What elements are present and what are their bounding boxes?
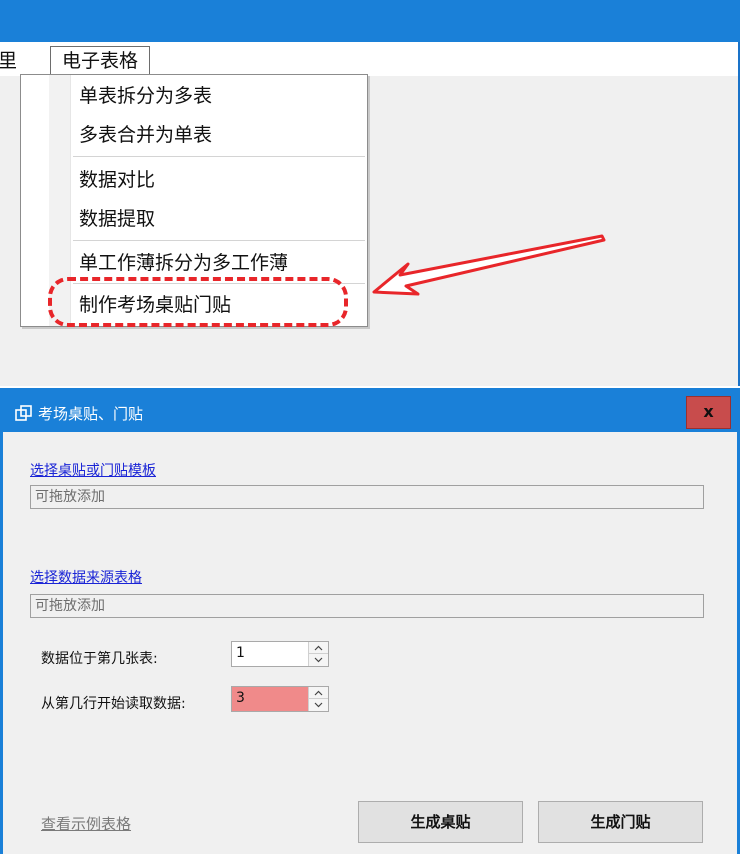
view-example-link[interactable]: 查看示例表格: [41, 813, 131, 834]
window-restore-icon: [15, 405, 32, 421]
menu-item-data-compare[interactable]: 数据对比: [79, 165, 155, 192]
source-drop-field[interactable]: 可拖放添加: [30, 594, 704, 618]
stepper-buttons: [308, 687, 328, 711]
stepper-buttons: [308, 642, 328, 666]
app-titlebar: [0, 0, 740, 42]
menu-separator: [73, 240, 365, 241]
menu-item-split-workbook[interactable]: 单工作薄拆分为多工作薄: [79, 248, 288, 275]
start-row-stepper[interactable]: 3: [231, 686, 329, 712]
exam-labels-dialog: 考场桌贴、门贴 x 选择桌贴或门贴模板 可拖放添加 选择数据来源表格 可拖放添加…: [0, 388, 740, 854]
annotation-highlight-box: [48, 277, 348, 327]
close-button[interactable]: x: [686, 396, 731, 429]
dialog-body: 选择桌贴或门贴模板 可拖放添加 选择数据来源表格 可拖放添加 数据位于第几张表:…: [3, 432, 737, 854]
start-row-label: 从第几行开始读取数据:: [41, 696, 186, 712]
stepper-down-button[interactable]: [309, 699, 328, 711]
template-drop-field[interactable]: 可拖放添加: [30, 485, 704, 509]
sheet-index-label: 数据位于第几张表:: [41, 651, 158, 667]
choose-template-link[interactable]: 选择桌贴或门贴模板: [30, 460, 156, 480]
chevron-down-icon: [314, 702, 323, 708]
chevron-up-icon: [314, 645, 323, 651]
choose-source-link[interactable]: 选择数据来源表格: [30, 567, 142, 587]
sheet-index-value[interactable]: 1: [232, 642, 308, 666]
menu-item-merge-sheets[interactable]: 多表合并为单表: [79, 120, 212, 147]
start-row-value[interactable]: 3: [232, 687, 308, 711]
menu-item-data-extract[interactable]: 数据提取: [79, 204, 155, 231]
stepper-up-button[interactable]: [309, 687, 328, 699]
sheet-index-stepper[interactable]: 1: [231, 641, 329, 667]
menu-item-split-sheet[interactable]: 单表拆分为多表: [79, 81, 212, 108]
chevron-up-icon: [314, 690, 323, 696]
annotation-arrow-icon: [372, 234, 606, 296]
menu-separator: [73, 156, 365, 157]
chevron-down-icon: [314, 657, 323, 663]
dialog-titlebar: 考场桌贴、门贴 x: [0, 388, 740, 438]
menu-item-partial[interactable]: 里: [0, 46, 17, 73]
stepper-up-button[interactable]: [309, 642, 328, 654]
dialog-title: 考场桌贴、门贴: [38, 405, 144, 423]
menu-bar: 里 电子表格: [0, 42, 738, 76]
generate-desk-label-button[interactable]: 生成桌贴: [358, 801, 523, 843]
menu-spreadsheet[interactable]: 电子表格: [50, 46, 151, 76]
stepper-down-button[interactable]: [309, 654, 328, 666]
generate-door-label-button[interactable]: 生成门贴: [538, 801, 703, 843]
